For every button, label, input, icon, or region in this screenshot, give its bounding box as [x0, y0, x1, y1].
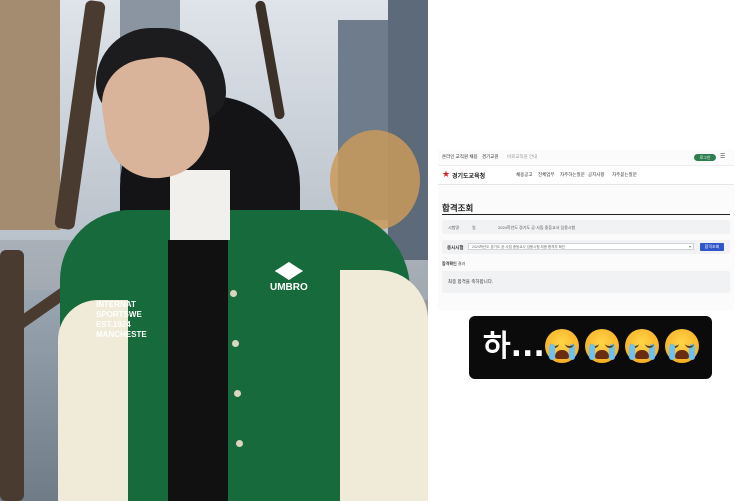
info-value: 2024학년도 경기도 공·사립 중등교사 임용시험 — [498, 225, 576, 230]
top-link[interactable]: 온라인 교직원 채용 — [442, 154, 478, 160]
info-box: 시험명 일 2024학년도 경기도 공·사립 중등교사 임용시험 — [442, 220, 730, 234]
nav-item[interactable]: 전체업무 — [538, 172, 555, 178]
result-box: 최종 합격을 축하합니다. — [442, 271, 730, 293]
caption-text: 하... — [483, 329, 545, 364]
login-button[interactable]: 로그인 — [694, 154, 716, 161]
loudly-crying-face-icon — [625, 329, 659, 363]
portrait-photo: UMBRO INTERNAT SPORTSWE EST.1924 MANCHES… — [0, 0, 428, 501]
jacket-sleeve-right — [340, 270, 428, 501]
nav-item[interactable]: 자주하는질문 — [560, 172, 585, 178]
black-sweatshirt — [168, 240, 228, 501]
exam-select-row: 응시시험 2024학년도 경기도 공·사립 중등교사 임용시험 최종 합격자 확… — [442, 240, 730, 254]
loudly-crying-face-icon — [545, 329, 579, 363]
result-message: 최종 합격을 축하합니다. — [448, 279, 494, 284]
patch-line: EST.1924 — [96, 320, 131, 329]
tree-trunk — [0, 250, 24, 501]
jacket-snap-button — [236, 440, 243, 447]
nav-item[interactable]: 채용공고 — [516, 172, 533, 178]
org-name[interactable]: 경기도교육청 — [452, 171, 485, 180]
info-label: 시험명 — [448, 225, 460, 230]
chevron-down-icon[interactable]: ▾ — [689, 243, 691, 250]
jacket-patch: INTERNAT SPORTSWE EST.1924 MANCHESTE — [96, 300, 147, 340]
main-navigation: ★ 경기도교육청 채용공고 전체업무 자주하는질문 공지사항 자주묻는질문 — [438, 165, 734, 185]
result-label: 합격확인 — [442, 261, 457, 266]
patch-line: INTERNAT — [96, 300, 136, 309]
top-link[interactable]: 바로교직원 안내 — [507, 154, 537, 160]
jacket-snap-button — [230, 290, 237, 297]
info-label: 일 — [472, 225, 476, 230]
loudly-crying-face-icon — [665, 329, 699, 363]
title-divider — [442, 214, 730, 215]
website-screenshot: 온라인 교직원 채용 경기교원 바로교직원 안내 로그인 ☰ ★ 경기도교육청 … — [438, 150, 734, 310]
star-logo-icon: ★ — [442, 169, 451, 179]
menu-icon[interactable]: ☰ — [720, 154, 725, 160]
jacket-snap-button — [232, 340, 239, 347]
page-title: 합격조회 — [442, 203, 474, 213]
jacket-logo-text: UMBRO — [270, 282, 308, 293]
nav-item[interactable]: 자주묻는질문 — [612, 172, 637, 178]
result-heading: 합격확인 결과 — [442, 261, 465, 267]
top-utility-bar: 온라인 교직원 채용 경기교원 바로교직원 안내 로그인 ☰ — [438, 150, 734, 164]
patch-line: MANCHESTE — [96, 330, 147, 339]
nav-item[interactable]: 공지사항 — [588, 172, 605, 178]
loudly-crying-face-icon — [585, 329, 619, 363]
umbro-diamond-icon — [274, 262, 303, 280]
top-link[interactable]: 경기교원 — [482, 154, 499, 160]
jacket-logo: UMBRO — [270, 262, 308, 293]
jacket-snap-button — [234, 390, 241, 397]
exam-label: 응시시험 — [447, 244, 464, 250]
patch-line: SPORTSWE — [96, 310, 142, 319]
result-sub: 결과 — [457, 261, 466, 266]
building — [0, 0, 60, 230]
story-caption: 하... — [469, 316, 712, 379]
exam-select[interactable]: 2024학년도 경기도 공·사립 중등교사 임용시험 최종 합격자 확인 — [468, 243, 694, 250]
white-tshirt — [170, 170, 230, 240]
search-button[interactable]: 합격조회 — [700, 243, 724, 251]
